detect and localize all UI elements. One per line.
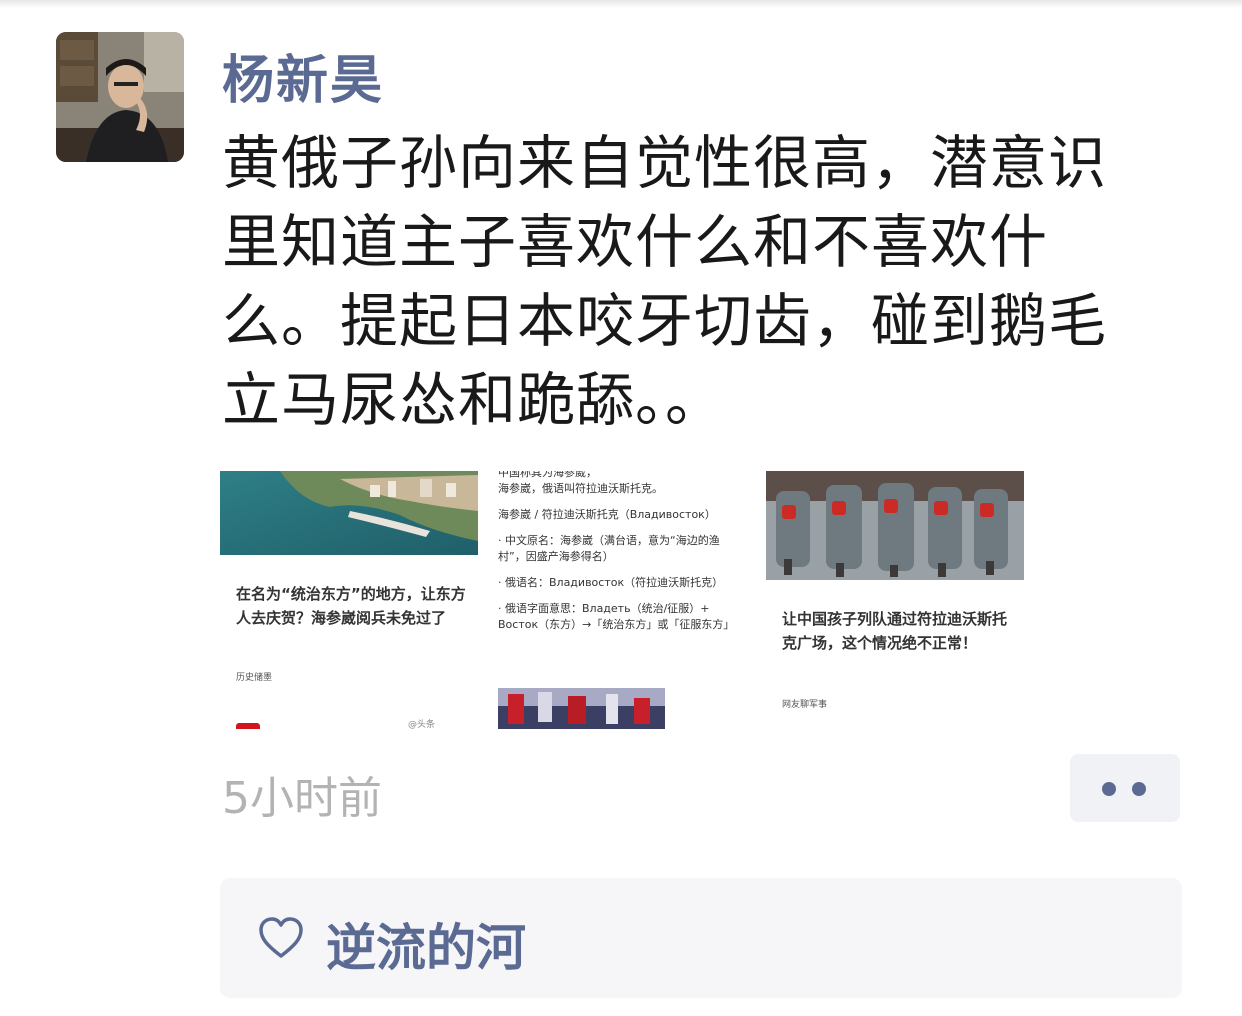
image-1-source: 历史储墨 — [236, 673, 273, 683]
top-divider — [0, 0, 1242, 8]
author-name[interactable]: 杨新昊 — [222, 38, 384, 113]
image-2-line: · 中文原名：海参崴（满台语，意为“海边的渔村”，因盛产海参得名） — [498, 534, 720, 563]
moments-post: 杨新昊 黄俄子孙向来自觉性很高，潜意识里知道主子喜欢什么和不喜欢什么。提起日本咬… — [0, 0, 1242, 1016]
image-2-gap — [498, 565, 744, 575]
image-2-gap — [498, 523, 744, 533]
image-2-line: 海参崴 / 符拉迪沃斯托克（Владивосток） — [498, 508, 716, 521]
image-1-headline: 在名为“统治东方”的地方，让东方人去庆贺？海参崴阅兵未免过了 — [236, 585, 466, 627]
image-2-gap — [498, 497, 744, 507]
image-2-line: 中国称其为海参崴， — [498, 471, 597, 479]
harbor-photo — [220, 471, 478, 555]
image-3-source: 网友聊军事 — [782, 700, 828, 710]
avatar-photo — [56, 32, 184, 162]
crowd-photo — [498, 688, 665, 729]
more-dots-icon — [1102, 782, 1116, 796]
image-2-line: · 俄语名：Владивосток（符拉迪沃斯托克） — [498, 576, 724, 589]
heart-outline-icon — [259, 917, 303, 958]
marching-photo — [766, 471, 1024, 580]
avatar[interactable] — [56, 32, 184, 162]
post-timestamp: 5小时前 — [222, 773, 382, 824]
post-image-2[interactable]: 中国称其为海参崴， 海参崴，俄语叫符拉迪沃斯托克。 海参崴 / 符拉迪沃斯托克（… — [492, 471, 750, 729]
post-text: 黄俄子孙向来自觉性很高，潜意识里知道主子喜欢什么和不喜欢什么。提起日本咬牙切齿，… — [222, 129, 1108, 434]
image-1-watermark: @头条 — [408, 720, 436, 729]
image-2-text: 中国称其为海参崴， 海参崴，俄语叫符拉迪沃斯托克。 海参崴 / 符拉迪沃斯托克（… — [498, 471, 744, 633]
post-image-1[interactable]: 在名为“统治东方”的地方，让东方人去庆贺？海参崴阅兵未免过了 历史储墨 @头条 — [220, 471, 478, 729]
likes-section: 逆流的河 — [220, 878, 1182, 998]
image-2-line: 海参崴，俄语叫符拉迪沃斯托克。 — [498, 482, 663, 495]
image-3-headline: 让中国孩子列队通过符拉迪沃斯托克广场，这个情况绝不正常！ — [782, 610, 1008, 652]
source-logo — [236, 723, 260, 729]
more-dots-icon — [1132, 782, 1146, 796]
more-actions-button[interactable] — [1070, 754, 1180, 822]
image-2-gap — [498, 591, 744, 601]
post-image-3[interactable]: 让中国孩子列队通过符拉迪沃斯托克广场，这个情况绝不正常！ 网友聊军事 — [766, 471, 1024, 729]
image-2-line: · 俄语字面意思：Владеть（统治/征服）+ Восток（东方）→「统治东… — [498, 602, 735, 631]
liker-name[interactable]: 逆流的河 — [326, 908, 526, 980]
